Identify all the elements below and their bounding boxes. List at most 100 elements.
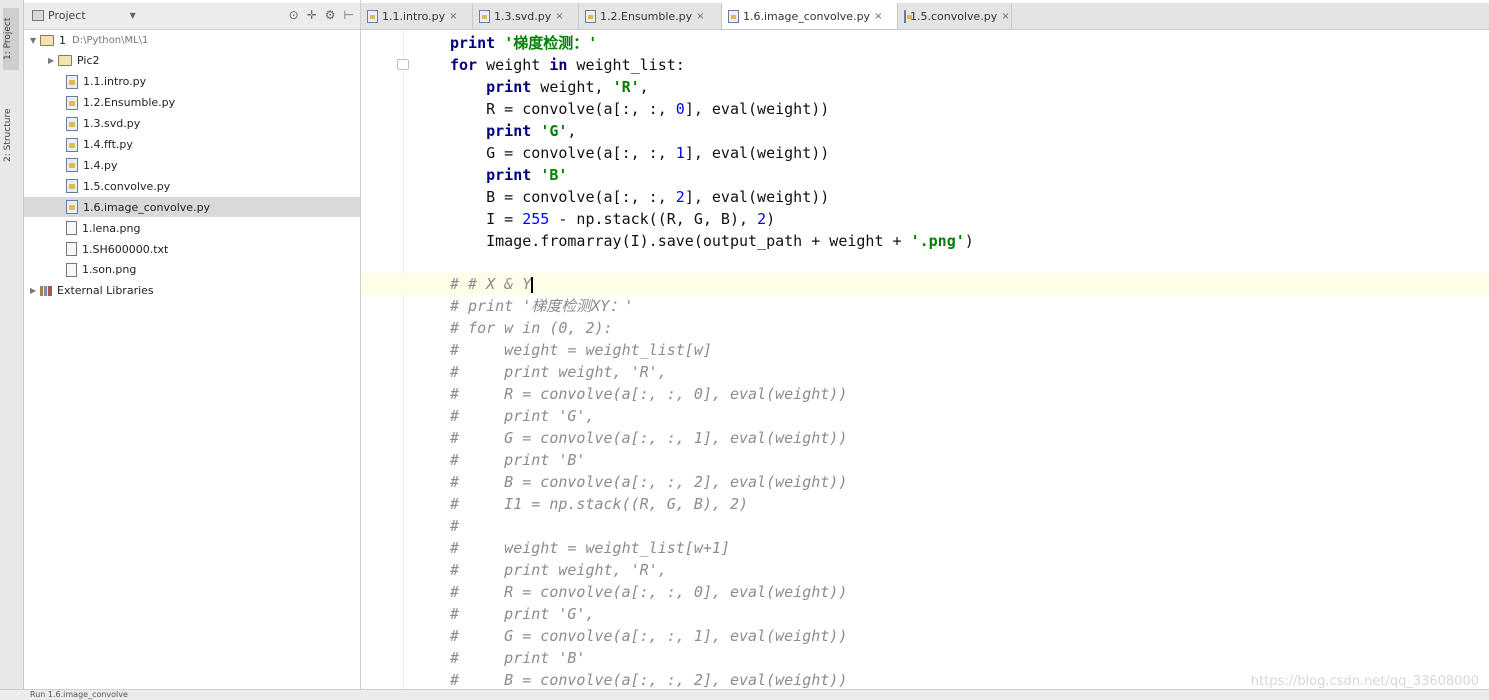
python-file-icon xyxy=(367,9,378,23)
tree-item-label: 1.SH600000.txt xyxy=(82,242,169,256)
chevron-right-icon[interactable]: ▶ xyxy=(30,286,40,295)
watermark: https://blog.csdn.net/qq_33608000 xyxy=(1250,674,1479,689)
code-line[interactable]: print 'G', xyxy=(450,120,576,142)
code-line[interactable]: # R = convolve(a[:, :, 0], eval(weight)) xyxy=(450,383,847,405)
code-line[interactable]: print 'B' xyxy=(450,164,567,186)
tree-item[interactable]: ▶ Pic2 xyxy=(24,51,360,71)
code-line[interactable]: R = convolve(a[:, :, 0], eval(weight)) xyxy=(450,98,829,120)
code-line[interactable]: # R = convolve(a[:, :, 0], eval(weight)) xyxy=(450,581,847,603)
code-line[interactable]: I = 255 - np.stack((R, G, B), 2) xyxy=(450,208,775,230)
hide-panel-icon[interactable]: ⊢ xyxy=(344,8,354,22)
code-editor[interactable]: print '梯度检测：' for weight in weight_list: … xyxy=(361,30,1489,699)
folder-icon xyxy=(40,34,54,46)
code-line[interactable]: Image.fromarray(I).save(output_path + we… xyxy=(450,230,974,252)
code-line[interactable]: G = convolve(a[:, :, 1], eval(weight)) xyxy=(450,142,829,164)
code-line[interactable]: # G = convolve(a[:, :, 1], eval(weight)) xyxy=(450,427,847,449)
editor-tab[interactable]: 1.2.Ensumble.py × xyxy=(579,3,722,29)
code-line[interactable]: # print 'G', xyxy=(450,405,595,427)
tree-item[interactable]: 1.2.Ensumble.py xyxy=(24,93,360,113)
tree-item[interactable]: 1.5.convolve.py xyxy=(24,176,360,196)
run-tab[interactable]: Run 1.6.image_convolve xyxy=(30,690,128,699)
code-line[interactable]: # # X & Y xyxy=(450,273,534,295)
text-caret xyxy=(531,276,534,293)
close-icon[interactable]: × xyxy=(874,11,882,22)
python-file-icon xyxy=(66,116,78,131)
tree-item-label: 1.1.intro.py xyxy=(83,75,147,89)
python-file-icon xyxy=(66,137,78,152)
file-icon xyxy=(66,242,77,256)
structure-tool-tab[interactable]: 2: Structure xyxy=(3,98,19,172)
code-line[interactable]: # print weight, 'R', xyxy=(450,559,667,581)
chevron-down-icon[interactable]: ▼ xyxy=(30,36,40,45)
code-line[interactable]: B = convolve(a[:, :, 2], eval(weight)) xyxy=(450,186,829,208)
editor-tab[interactable]: 1.3.svd.py × xyxy=(473,3,579,29)
tree-item-label: 1.lena.png xyxy=(82,221,141,235)
tree-item-label: 1.5.convolve.py xyxy=(83,179,171,193)
tree-item-label: 1.4.fft.py xyxy=(83,138,133,151)
code-line[interactable]: print '梯度检测：' xyxy=(450,32,597,54)
code-line[interactable]: # print 'B' xyxy=(450,449,585,471)
editor-tab-label: 1.6.image_convolve.py xyxy=(743,9,871,23)
fold-marker-icon[interactable] xyxy=(397,59,409,70)
tree-item[interactable]: 1.son.png xyxy=(24,260,360,280)
tree-item[interactable]: 1.4.py xyxy=(24,155,360,175)
tree-item-path: D:\Python\ML\1 xyxy=(72,34,149,46)
project-panel-header: Project ▼ ⊙ ✛ ⚙ ⊢ xyxy=(24,3,360,30)
code-line[interactable]: print weight, 'R', xyxy=(450,76,649,98)
editor-tab-label: 1.1.intro.py xyxy=(382,9,446,23)
collapse-all-icon[interactable]: ✛ xyxy=(307,8,317,22)
tree-item[interactable]: 1.SH600000.txt xyxy=(24,239,360,259)
python-file-icon xyxy=(479,9,490,23)
python-file-icon xyxy=(904,9,912,23)
code-line[interactable]: # B = convolve(a[:, :, 2], eval(weight)) xyxy=(450,471,847,493)
close-icon[interactable]: × xyxy=(449,11,457,22)
tree-item[interactable]: ▶ External Libraries xyxy=(24,281,360,301)
editor-gutter xyxy=(361,30,404,699)
editor-tab[interactable]: 1.5.convolve.py × xyxy=(898,3,1012,29)
code-line[interactable]: for weight in weight_list: xyxy=(450,54,685,76)
code-line[interactable]: # G = convolve(a[:, :, 1], eval(weight)) xyxy=(450,625,847,647)
code-line[interactable]: # B = convolve(a[:, :, 2], eval(weight)) xyxy=(450,669,847,691)
editor-tab[interactable]: 1.6.image_convolve.py × xyxy=(722,3,898,29)
code-line[interactable]: # weight = weight_list[w] xyxy=(450,339,712,361)
code-line[interactable]: # print 'B' xyxy=(450,647,585,669)
code-line[interactable]: # weight = weight_list[w+1] xyxy=(450,537,730,559)
tree-item[interactable]: 1.4.fft.py xyxy=(24,135,360,155)
project-panel-toolbar: ⊙ ✛ ⚙ ⊢ xyxy=(289,8,354,22)
code-line[interactable]: # for w in (0, 2): xyxy=(450,317,613,339)
code-line[interactable]: # print weight, 'R', xyxy=(450,361,667,383)
close-icon[interactable]: × xyxy=(1001,11,1009,22)
tree-item[interactable]: 1.3.svd.py xyxy=(24,114,360,134)
sync-icon[interactable]: ⊙ xyxy=(289,8,299,22)
python-file-icon xyxy=(66,95,78,110)
python-file-icon xyxy=(66,200,78,215)
editor-tab[interactable]: 1.1.intro.py × xyxy=(361,3,473,29)
chevron-right-icon[interactable]: ▶ xyxy=(48,56,58,65)
tree-item[interactable]: ▼ 1 D:\Python\ML\1 xyxy=(24,30,360,50)
file-icon xyxy=(66,221,77,236)
project-view-label: Project xyxy=(48,9,86,22)
project-view-selector[interactable]: Project ▼ xyxy=(32,9,136,22)
code-line[interactable]: # I1 = np.stack((R, G, B), 2) xyxy=(450,493,748,515)
gear-icon[interactable]: ⚙ xyxy=(325,8,336,22)
close-icon[interactable]: × xyxy=(555,11,563,22)
tree-item-label: 1.3.svd.py xyxy=(83,117,141,131)
code-line[interactable]: # xyxy=(450,515,459,537)
library-icon xyxy=(40,285,52,296)
code-line[interactable]: # print '梯度检测XY：' xyxy=(450,295,633,317)
tree-item-label: Pic2 xyxy=(77,54,100,68)
file-icon xyxy=(66,262,77,277)
python-file-icon xyxy=(66,74,78,89)
tree-item-label: 1 xyxy=(59,33,66,47)
tree-item[interactable]: 1.1.intro.py xyxy=(24,72,360,92)
editor-tab-label: 1.2.Ensumble.py xyxy=(600,9,693,23)
project-tool-tab[interactable]: 1: Project xyxy=(3,8,19,70)
close-icon[interactable]: × xyxy=(696,11,704,22)
tree-item[interactable]: 1.lena.png xyxy=(24,218,360,238)
tree-item-label: 1.4.py xyxy=(83,158,118,172)
tree-item[interactable]: 1.6.image_convolve.py xyxy=(24,197,360,218)
code-line[interactable]: # print 'G', xyxy=(450,603,595,625)
tree-item-label: External Libraries xyxy=(57,284,154,298)
python-file-icon xyxy=(66,179,78,194)
folder-icon xyxy=(58,55,72,67)
